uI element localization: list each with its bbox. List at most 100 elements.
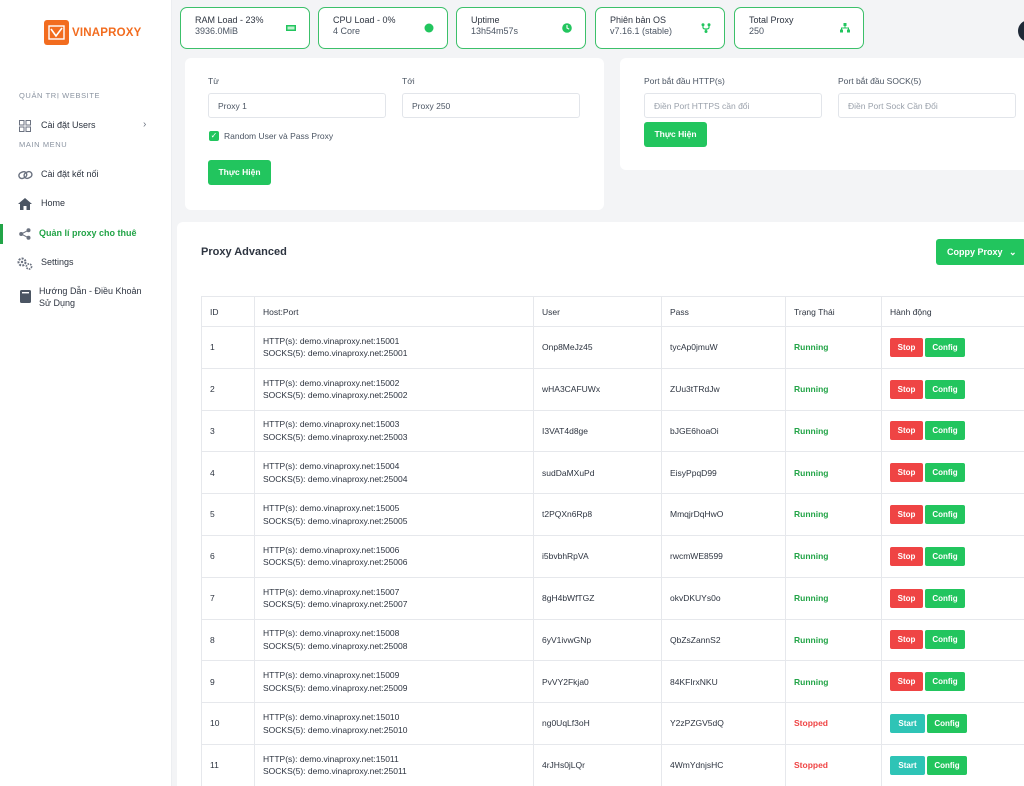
stat-value: 4 Core	[333, 26, 361, 36]
cell-user: PvVY2Fkja0	[533, 660, 662, 704]
config-button[interactable]: Config	[925, 672, 965, 692]
socks-endpoint: SOCKS(5): demo.vinaproxy.net:25010	[263, 724, 408, 735]
cell-status: Running	[785, 618, 882, 662]
cell-host-port: HTTP(s): demo.vinaproxy.net:15006 SOCKS(5…	[254, 534, 534, 578]
config-button[interactable]: Config	[925, 546, 965, 566]
range-submit-button[interactable]: Thực Hiện	[208, 160, 271, 185]
stop-button[interactable]: Stop	[890, 463, 923, 483]
sidebar-item-label: Settings	[41, 257, 74, 267]
table-row: 3 HTTP(s): demo.vinaproxy.net:15003 SOCKS(…	[201, 409, 1024, 453]
cell-actions: Stop Config	[881, 534, 1024, 578]
config-button[interactable]: Config	[925, 379, 965, 399]
copy-proxy-button[interactable]: Coppy Proxy ⌄	[936, 239, 1024, 265]
config-button[interactable]: Config	[925, 337, 965, 357]
table-row: 5 HTTP(s): demo.vinaproxy.net:15005 SOCKS(…	[201, 493, 1024, 536]
col-id: ID	[201, 296, 255, 327]
cell-user: 6yV1ivwGNp	[533, 618, 662, 662]
http-endpoint: HTTP(s): demo.vinaproxy.net:15008	[263, 628, 400, 639]
sock-port-input[interactable]: Điền Port Sock Cần Đổi	[838, 93, 1016, 118]
table-row: 10 HTTP(s): demo.vinaproxy.net:15010 SOCKS…	[201, 702, 1024, 745]
brand-logo[interactable]: VINAPROXY	[44, 20, 142, 45]
http-endpoint: HTTP(s): demo.vinaproxy.net:15003	[263, 419, 400, 430]
socks-endpoint: SOCKS(5): demo.vinaproxy.net:25003	[263, 431, 408, 442]
cell-id: 10	[201, 702, 255, 745]
start-button[interactable]: Start	[890, 755, 925, 775]
config-button[interactable]: Config	[925, 588, 965, 608]
network-icon	[840, 23, 850, 33]
socks-endpoint: SOCKS(5): demo.vinaproxy.net:25005	[263, 515, 408, 526]
cell-host-port: HTTP(s): demo.vinaproxy.net:15002 SOCKS(5…	[254, 367, 534, 411]
cell-pass: ZUu3tTRdJw	[661, 367, 786, 411]
cell-id: 3	[201, 409, 255, 453]
stop-button[interactable]: Stop	[890, 421, 923, 441]
col-pass: Pass	[661, 296, 786, 327]
cell-status: Running	[785, 660, 882, 704]
stop-button[interactable]: Stop	[890, 588, 923, 608]
stop-button[interactable]: Stop	[890, 337, 923, 357]
cell-id: 7	[201, 576, 255, 620]
cell-host-port: HTTP(s): demo.vinaproxy.net:15007 SOCKS(5…	[254, 576, 534, 620]
table-row: 11 HTTP(s): demo.vinaproxy.net:15011 SOCKS…	[201, 743, 1024, 786]
cell-host-port: HTTP(s): demo.vinaproxy.net:15011 SOCKS(5…	[254, 743, 534, 786]
config-button[interactable]: Config	[925, 505, 965, 525]
cell-actions: Stop Config	[881, 660, 1024, 704]
table-header-row: ID Host:Port User Pass Trạng Thái Hành đ…	[201, 296, 1024, 327]
socks-endpoint: SOCKS(5): demo.vinaproxy.net:25007	[263, 599, 408, 610]
cell-status: Running	[785, 367, 882, 411]
link-icon	[17, 168, 33, 182]
cell-pass: okvDKUYs0o	[661, 576, 786, 620]
port-submit-button[interactable]: Thực Hiện	[644, 122, 707, 147]
cell-status: Running	[785, 451, 882, 495]
http-endpoint: HTTP(s): demo.vinaproxy.net:15001	[263, 335, 400, 346]
http-endpoint: HTTP(s): demo.vinaproxy.net:15006	[263, 544, 400, 555]
table-row: 1 HTTP(s): demo.vinaproxy.net:15001 SOCKS(…	[201, 326, 1024, 369]
cell-actions: Stop Config	[881, 576, 1024, 620]
sidebar-item-label: Hướng Dẫn - Điều Khoản Sử Dụng	[39, 286, 142, 308]
from-input[interactable]: Proxy 1	[208, 93, 386, 118]
http-endpoint: HTTP(s): demo.vinaproxy.net:15011	[263, 753, 399, 764]
config-button[interactable]: Config	[927, 755, 967, 775]
stop-button[interactable]: Stop	[890, 379, 923, 399]
random-checkbox[interactable]: ✓	[209, 131, 219, 141]
cell-actions: Stop Config	[881, 451, 1024, 495]
gears-icon	[17, 256, 33, 270]
col-status: Trạng Thái	[785, 296, 882, 327]
socks-endpoint: SOCKS(5): demo.vinaproxy.net:25011	[263, 766, 407, 777]
stat-title: RAM Load - 23%	[195, 15, 264, 25]
stop-button[interactable]: Stop	[890, 630, 923, 650]
config-button[interactable]: Config	[925, 421, 965, 441]
config-button[interactable]: Config	[925, 463, 965, 483]
stat-uptime: Uptime 13h54m57s	[456, 7, 586, 49]
http-port-input[interactable]: Điền Port HTTPS cần đổi	[644, 93, 822, 118]
cell-pass: 84KFIrxNKU	[661, 660, 786, 704]
proxy-table: ID Host:Port User Pass Trạng Thái Hành đ…	[201, 296, 1024, 786]
stop-button[interactable]: Stop	[890, 505, 923, 525]
cell-host-port: HTTP(s): demo.vinaproxy.net:15003 SOCKS(5…	[254, 409, 534, 453]
book-icon	[17, 289, 33, 303]
random-checkbox-label: Random User và Pass Proxy	[224, 131, 334, 141]
to-input[interactable]: Proxy 250	[402, 93, 580, 118]
http-port-label: Port bắt đầu HTTP(s)	[644, 76, 725, 86]
stat-title: CPU Load - 0%	[333, 15, 396, 25]
cell-actions: Stop Config	[881, 326, 1024, 369]
table-row: 2 HTTP(s): demo.vinaproxy.net:15002 SOCKS(…	[201, 367, 1024, 411]
cell-status: Running	[785, 534, 882, 578]
clock-icon	[562, 23, 572, 33]
cell-user: ng0UqLf3oH	[533, 702, 662, 745]
stat-value: v7.16.1 (stable)	[610, 26, 673, 36]
start-button[interactable]: Start	[890, 714, 925, 734]
cell-user: t2PQXn6Rp8	[533, 493, 662, 536]
config-button[interactable]: Config	[927, 714, 967, 734]
cell-host-port: HTTP(s): demo.vinaproxy.net:15010 SOCKS(5…	[254, 702, 534, 745]
cell-actions: Stop Config	[881, 409, 1024, 453]
sock-port-label: Port bắt đầu SOCK(5)	[838, 76, 922, 86]
stop-button[interactable]: Stop	[890, 546, 923, 566]
sidebar-item-label: Home	[41, 198, 66, 208]
stat-ram: RAM Load - 23% 3936.0MiB	[180, 7, 310, 49]
cell-user: Onp8MeJz45	[533, 326, 662, 369]
config-button[interactable]: Config	[925, 630, 965, 650]
stop-button[interactable]: Stop	[890, 672, 923, 692]
cell-status: Stopped	[785, 702, 882, 745]
avatar[interactable]	[1018, 20, 1024, 42]
cell-id: 2	[201, 367, 255, 411]
